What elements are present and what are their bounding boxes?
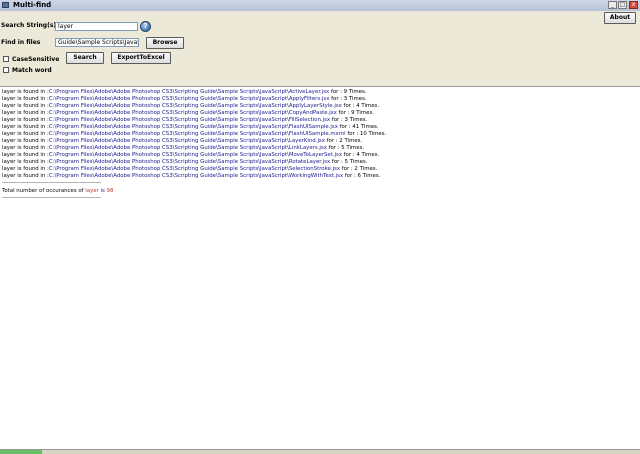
total-prefix: Total number of occurances of bbox=[2, 188, 84, 194]
result-count: for : 3 Times. bbox=[329, 96, 367, 102]
find-in-files-label: Find in files bbox=[1, 39, 41, 46]
result-row: layer is found in :C:\Program Files\Adob… bbox=[2, 173, 380, 180]
close-button[interactable]: x bbox=[629, 1, 638, 9]
match-word-label: Match word bbox=[12, 67, 52, 74]
result-row: layer is found in :C:\Program Files\Adob… bbox=[2, 159, 367, 166]
browse-button[interactable]: Browse bbox=[146, 37, 184, 49]
case-sensitive-checkbox[interactable] bbox=[3, 56, 9, 62]
window-title: Multi-find bbox=[13, 1, 52, 9]
result-row: layer is found in :C:\Program Files\Adob… bbox=[2, 166, 377, 173]
app-icon bbox=[2, 2, 9, 8]
result-row: layer is found in :C:\Program Files\Adob… bbox=[2, 145, 364, 152]
export-to-excel-button[interactable]: ExportToExcel bbox=[111, 52, 171, 64]
result-count: for : 9 Times. bbox=[336, 110, 375, 116]
result-prefix: layer is found in : bbox=[2, 96, 49, 102]
result-path: C:\Program Files\Adobe\Adobe Photoshop C… bbox=[48, 152, 343, 158]
search-panel: Search String(s) layer ? About Find in f… bbox=[0, 11, 640, 86]
find-in-files-input[interactable]: Guide\Sample Scripts\JavaScript bbox=[55, 38, 139, 47]
about-button[interactable]: About bbox=[604, 12, 636, 24]
result-count: for : 9 Times. bbox=[329, 89, 367, 95]
result-row: layer is found in :C:\Program Files\Adob… bbox=[2, 110, 374, 117]
result-path: C:\Program Files\Adobe\Adobe Photoshop C… bbox=[48, 138, 325, 144]
help-icon[interactable]: ? bbox=[140, 21, 151, 32]
result-prefix: layer is found in : bbox=[2, 138, 49, 144]
result-path: C:\Program Files\Adobe\Adobe Photoshop C… bbox=[48, 117, 331, 123]
search-input[interactable]: layer bbox=[55, 22, 138, 31]
match-word-checkbox[interactable] bbox=[3, 67, 9, 73]
result-path: C:\Program Files\Adobe\Adobe Photoshop C… bbox=[48, 131, 346, 137]
result-count: for : 4 Times. bbox=[342, 152, 380, 158]
result-path: C:\Program Files\Adobe\Adobe Photoshop C… bbox=[48, 89, 330, 95]
result-path: C:\Program Files\Adobe\Adobe Photoshop C… bbox=[48, 110, 337, 116]
result-path: C:\Program Files\Adobe\Adobe Photoshop C… bbox=[48, 145, 327, 151]
separator-line: ----------------------------------------… bbox=[2, 180, 101, 186]
case-sensitive-label: CaseSensitive bbox=[12, 56, 60, 63]
result-row: layer is found in :C:\Program Files\Adob… bbox=[2, 152, 379, 159]
result-count: for : 5 Times. bbox=[326, 145, 365, 151]
result-row: layer is found in :C:\Program Files\Adob… bbox=[2, 89, 366, 96]
result-row: layer is found in :C:\Program Files\Adob… bbox=[2, 117, 367, 124]
result-count: for : 3 Times. bbox=[330, 117, 368, 123]
status-bar bbox=[0, 450, 640, 454]
result-row: layer is found in :C:\Program Files\Adob… bbox=[2, 131, 386, 138]
result-count: for : 6 Times. bbox=[343, 173, 381, 179]
result-count: for : 5 Times. bbox=[330, 159, 368, 165]
result-row: layer is found in :C:\Program Files\Adob… bbox=[2, 103, 379, 110]
result-row: layer is found in :C:\Program Files\Adob… bbox=[2, 124, 379, 131]
result-count: for : 2 Times. bbox=[324, 138, 363, 144]
result-count: for : 2 Times. bbox=[340, 166, 378, 172]
result-path: C:\Program Files\Adobe\Adobe Photoshop C… bbox=[48, 173, 344, 179]
result-prefix: layer is found in : bbox=[2, 131, 49, 137]
minimize-button[interactable]: _ bbox=[608, 1, 617, 9]
result-prefix: layer is found in : bbox=[2, 117, 49, 123]
result-count: for : 41 Times. bbox=[337, 124, 379, 130]
search-string-label: Search String(s) bbox=[1, 22, 57, 29]
maximize-button[interactable]: □ bbox=[618, 1, 627, 9]
search-button[interactable]: Search bbox=[66, 52, 104, 64]
result-prefix: layer is found in : bbox=[2, 152, 49, 158]
result-row: layer is found in :C:\Program Files\Adob… bbox=[2, 138, 362, 145]
result-prefix: layer is found in : bbox=[2, 103, 49, 109]
result-prefix: layer is found in : bbox=[2, 145, 49, 151]
result-prefix: layer is found in : bbox=[2, 166, 49, 172]
total-line: Total number of occurances of layer is 9… bbox=[2, 188, 113, 195]
total-is: is bbox=[100, 188, 105, 194]
separator-line: ----------------------------------------… bbox=[2, 195, 101, 201]
result-prefix: layer is found in : bbox=[2, 110, 49, 116]
result-row: layer is found in :C:\Program Files\Adob… bbox=[2, 96, 367, 103]
result-prefix: layer is found in : bbox=[2, 159, 49, 165]
status-progress bbox=[0, 450, 42, 454]
result-prefix: layer is found in : bbox=[2, 173, 49, 179]
result-path: C:\Program Files\Adobe\Adobe Photoshop C… bbox=[48, 103, 342, 109]
result-prefix: layer is found in : bbox=[2, 89, 49, 95]
total-value: 98 bbox=[106, 188, 114, 194]
results-panel[interactable]: layer is found in :C:\Program Files\Adob… bbox=[0, 86, 640, 450]
result-prefix: layer is found in : bbox=[2, 124, 49, 130]
result-path: C:\Program Files\Adobe\Adobe Photoshop C… bbox=[48, 96, 330, 102]
result-path: C:\Program Files\Adobe\Adobe Photoshop C… bbox=[48, 159, 331, 165]
result-count: for : 10 Times. bbox=[345, 131, 387, 137]
total-term: layer bbox=[85, 188, 99, 194]
result-path: C:\Program Files\Adobe\Adobe Photoshop C… bbox=[48, 166, 341, 172]
result-count: for : 4 Times. bbox=[341, 103, 380, 109]
result-path: C:\Program Files\Adobe\Adobe Photoshop C… bbox=[48, 124, 338, 130]
